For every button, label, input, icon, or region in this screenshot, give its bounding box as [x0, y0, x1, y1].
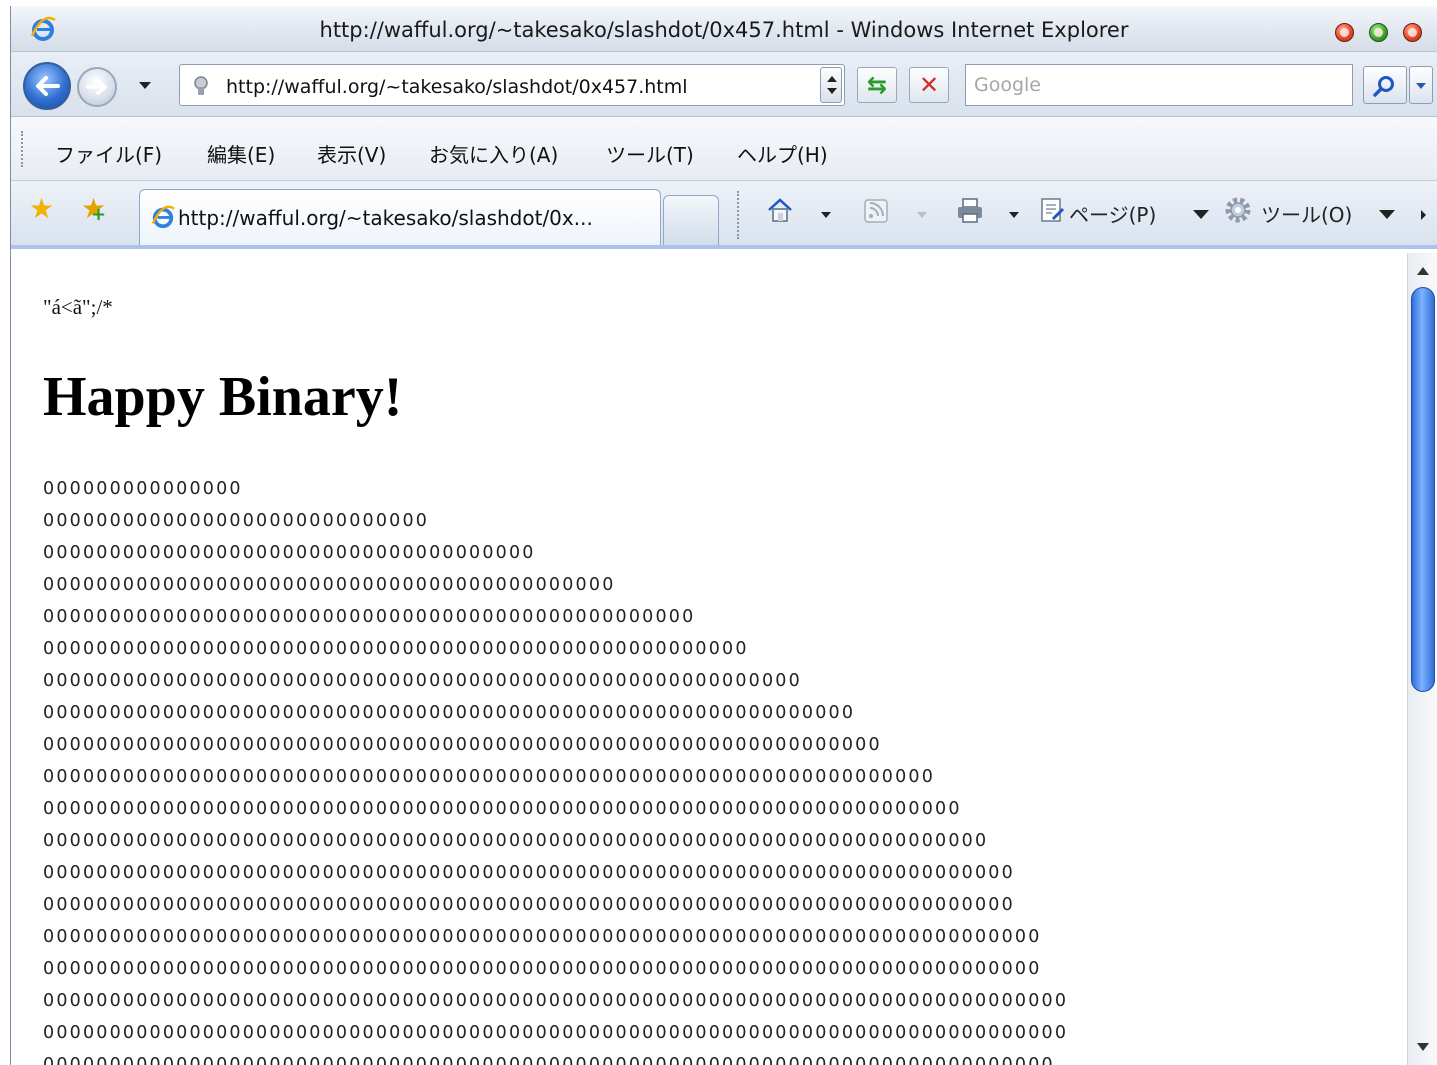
- binary-line: 0000000000000000000000000000000000000000…: [43, 639, 749, 659]
- binary-line: 0000000000000000000000000000000000000000…: [43, 799, 962, 819]
- menu-bar: ファイル(F) 編集(E) 表示(V) お気に入り(A) ツール(T) ヘルプ(…: [11, 117, 1437, 181]
- binary-line: 0000000000000000000000000000000000000: [43, 543, 536, 563]
- search-options-button[interactable]: [1409, 66, 1433, 104]
- back-button[interactable]: [23, 62, 71, 110]
- binary-line: 0000000000000000000000000000000000000000…: [43, 831, 989, 851]
- page-menu-label[interactable]: ページ(P): [1069, 199, 1156, 228]
- menu-help[interactable]: ヘルプ(H): [737, 139, 828, 168]
- binary-line: 0000000000000000000000000000000000000000…: [43, 607, 696, 627]
- command-bar-grip: [737, 191, 739, 239]
- page-menu-dropdown-icon[interactable]: [1193, 210, 1209, 219]
- new-tab-button[interactable]: [663, 195, 719, 245]
- vertical-scrollbar[interactable]: [1407, 253, 1437, 1065]
- navigation-bar: http://wafful.org/~takesako/slashdot/0x4…: [11, 52, 1437, 117]
- print-dropdown-icon[interactable]: [1009, 212, 1019, 218]
- more-commands-chevron-icon[interactable]: [1421, 210, 1426, 220]
- tools-menu-dropdown-icon[interactable]: [1379, 210, 1395, 219]
- refresh-icon: ⇆: [866, 71, 888, 99]
- title-bar: http://wafful.org/~takesako/slashdot/0x4…: [11, 6, 1437, 52]
- binary-lines: 000000000000000 0000000000000000000000000…: [43, 473, 1068, 1065]
- home-dropdown-icon[interactable]: [821, 212, 831, 218]
- menu-tools[interactable]: ツール(T): [606, 139, 694, 168]
- binary-line: 0000000000000000000000000000000000000000…: [43, 863, 1015, 883]
- binary-line: 0000000000000000000000000000000000000000…: [43, 959, 1042, 979]
- forward-arrow-icon: [86, 79, 107, 95]
- feeds-dropdown-icon: [917, 212, 927, 218]
- home-icon[interactable]: [765, 195, 795, 225]
- tools-menu-label[interactable]: ツール(O): [1261, 199, 1352, 228]
- scroll-thumb[interactable]: [1411, 287, 1435, 692]
- favorites-center-icon[interactable]: ★: [29, 195, 54, 223]
- recent-pages-dropdown-icon[interactable]: [139, 82, 151, 89]
- menu-grip: [21, 131, 23, 167]
- binary-line: 0000000000000000000000000000000000000000…: [43, 895, 1015, 915]
- add-to-favorites-icon[interactable]: ★: [81, 195, 106, 230]
- forward-button[interactable]: [77, 67, 117, 107]
- window-title: http://wafful.org/~takesako/slashdot/0x4…: [319, 18, 1129, 42]
- binary-line: 0000000000000000000000000000000000000000…: [43, 703, 856, 723]
- internet-explorer-icon: [151, 205, 175, 229]
- binary-line: 0000000000000000000000000000000000000000…: [43, 767, 936, 787]
- tab-current-page[interactable]: http://wafful.org/~takesako/slashdot/0x.…: [139, 189, 661, 245]
- binary-line: 00000000000000000000000000000: [43, 511, 430, 531]
- binary-line: 0000000000000000000000000000000000000000…: [43, 1055, 1055, 1065]
- print-icon[interactable]: [955, 195, 985, 225]
- address-text[interactable]: http://wafful.org/~takesako/slashdot/0x4…: [226, 76, 688, 98]
- binary-line: 0000000000000000000000000000000000000000…: [43, 735, 882, 755]
- page-menu-icon[interactable]: [1037, 195, 1067, 225]
- refresh-button[interactable]: ⇆: [857, 67, 897, 103]
- binary-line: 0000000000000000000000000000000000000000…: [43, 575, 616, 595]
- maximize-button[interactable]: [1369, 23, 1388, 42]
- page-heading: Happy Binary!: [43, 366, 403, 428]
- binary-line: 0000000000000000000000000000000000000000…: [43, 671, 802, 691]
- tab-bar: ★ ★ http://wafful.org/~takesako/slashdot…: [11, 181, 1437, 249]
- stop-button[interactable]: ✕: [909, 67, 949, 103]
- stop-icon: ✕: [918, 71, 940, 99]
- menu-view[interactable]: 表示(V): [317, 139, 386, 168]
- binary-line: 000000000000000: [43, 479, 243, 499]
- binary-line: 0000000000000000000000000000000000000000…: [43, 1023, 1069, 1043]
- address-dropdown-button[interactable]: [820, 67, 842, 103]
- back-arrow-icon: [36, 76, 60, 96]
- page-icon: [194, 76, 208, 95]
- search-field[interactable]: [965, 64, 1353, 106]
- scroll-down-button[interactable]: [1412, 1035, 1434, 1057]
- scroll-up-button[interactable]: [1412, 261, 1434, 283]
- feeds-icon[interactable]: [861, 195, 891, 225]
- minimize-button[interactable]: [1335, 23, 1354, 42]
- search-icon: [1373, 76, 1394, 97]
- binary-line: 0000000000000000000000000000000000000000…: [43, 991, 1069, 1011]
- address-field[interactable]: http://wafful.org/~takesako/slashdot/0x4…: [179, 64, 845, 106]
- search-input[interactable]: [966, 65, 1352, 105]
- binary-line: 0000000000000000000000000000000000000000…: [43, 927, 1042, 947]
- tab-label[interactable]: http://wafful.org/~takesako/slashdot/0x.…: [178, 206, 593, 230]
- close-window-button[interactable]: [1403, 23, 1422, 42]
- menu-file[interactable]: ファイル(F): [55, 139, 162, 168]
- menu-edit[interactable]: 編集(E): [207, 139, 275, 168]
- page-content: "á<ã";/* Happy Binary! 000000000000000 00…: [11, 253, 1407, 1065]
- search-button[interactable]: [1363, 66, 1407, 104]
- menu-favorites[interactable]: お気に入り(A): [429, 139, 558, 168]
- browser-window: http://wafful.org/~takesako/slashdot/0x4…: [10, 6, 1437, 1065]
- gear-icon[interactable]: [1223, 195, 1253, 225]
- junk-text: "á<ã";/*: [43, 295, 113, 319]
